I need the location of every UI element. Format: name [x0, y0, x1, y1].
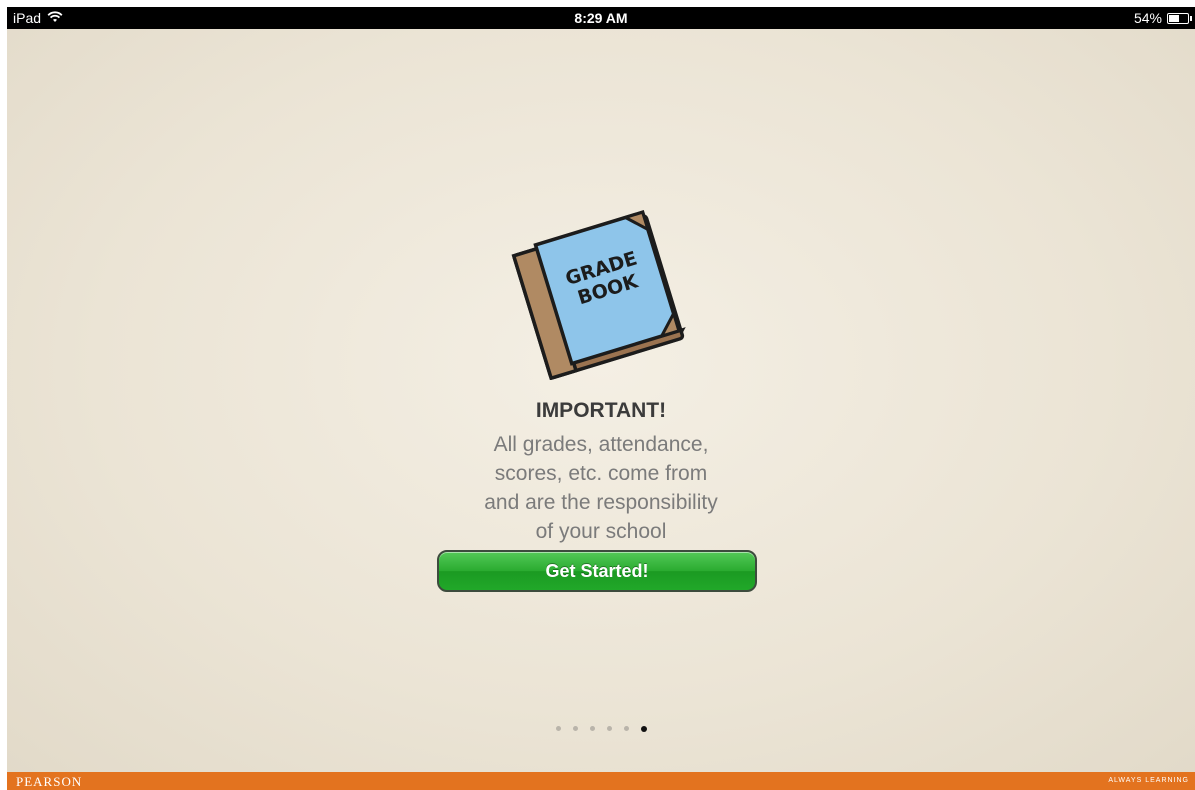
message-line: All grades, attendance, — [493, 433, 709, 456]
page-dot[interactable] — [589, 726, 595, 731]
message-line: and are the responsibility — [484, 491, 718, 514]
important-heading: IMPORTANT! — [535, 399, 667, 422]
page-dot[interactable] — [640, 725, 647, 732]
grade-book-icon: GRADE BOOK — [511, 210, 691, 381]
page-dot[interactable] — [606, 726, 612, 731]
battery-percent: 54% — [1133, 10, 1162, 26]
page-indicator[interactable] — [7, 725, 1195, 732]
onboarding-screen: GRADE BOOK IMPORTANT! All grades, attend… — [7, 29, 1195, 772]
page-dot[interactable] — [623, 726, 629, 731]
page-dot[interactable] — [555, 726, 561, 731]
battery-fill — [1169, 14, 1179, 22]
page-dot[interactable] — [572, 726, 578, 731]
get-started-label: Get Started! — [545, 560, 649, 581]
status-right: 54% — [1133, 10, 1192, 26]
message-line: scores, etc. come from — [494, 462, 708, 485]
status-bar: iPad 8:29 AM 54% — [7, 7, 1195, 29]
battery-icon — [1167, 12, 1192, 24]
clock: 8:29 AM — [574, 10, 628, 26]
tagline: ALWAYS LEARNING — [1108, 777, 1189, 784]
pearson-footer: PEARSON ALWAYS LEARNING — [7, 772, 1195, 790]
brand-logo: PEARSON — [16, 774, 83, 789]
message-line: of your school — [535, 520, 667, 543]
get-started-button[interactable]: Get Started! — [437, 550, 757, 592]
disclaimer-message: All grades, attendance, scores, etc. com… — [401, 430, 801, 546]
